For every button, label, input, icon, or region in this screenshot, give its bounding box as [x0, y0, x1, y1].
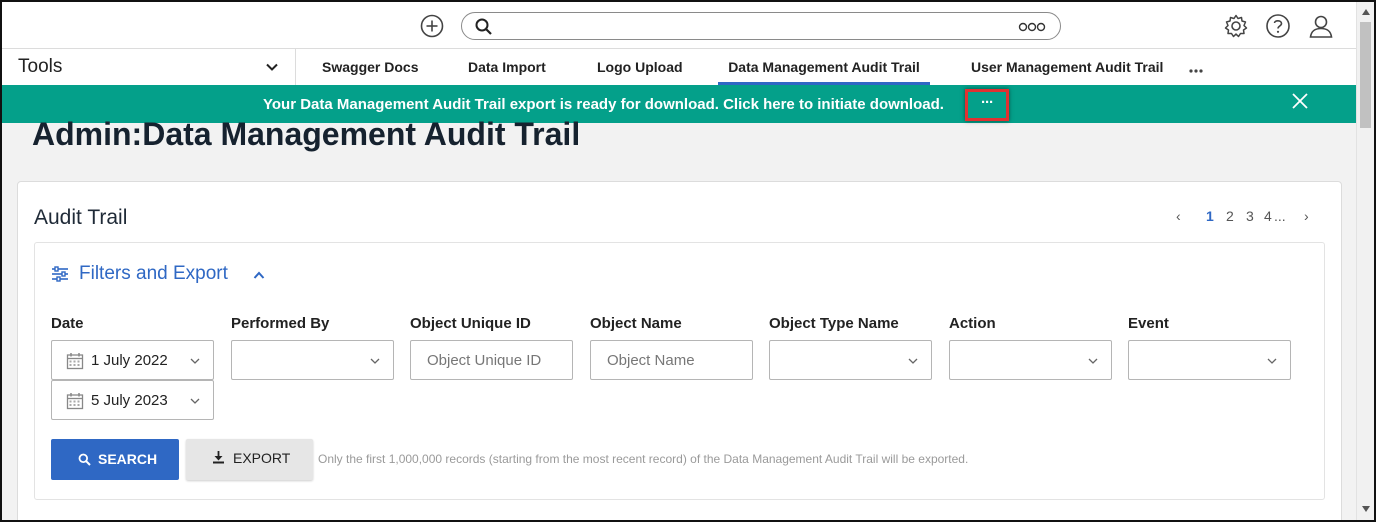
date-from-value: 1 July 2022: [91, 352, 168, 369]
download-icon: [213, 451, 224, 464]
card-title: Audit Trail: [34, 206, 128, 229]
audit-trail-card: Audit Trail ‹ 1 2 3 4 ... › Filters and …: [17, 181, 1342, 522]
tab-data-import[interactable]: Data Import: [468, 49, 546, 85]
filters-heading: Filters and Export: [79, 263, 228, 284]
performed-by-label: Performed By: [231, 315, 330, 332]
pagination-next[interactable]: ›: [1304, 208, 1309, 224]
export-button-label: EXPORT: [233, 450, 291, 466]
close-icon[interactable]: [1291, 92, 1309, 110]
gear-icon[interactable]: [1223, 13, 1249, 39]
chevron-up-icon: [253, 271, 265, 279]
scroll-down-arrow-icon[interactable]: [1361, 505, 1371, 513]
object-name-field[interactable]: [590, 340, 753, 380]
tab-logo-upload[interactable]: Logo Upload: [597, 49, 683, 85]
filters-panel: Filters and Export Date Performed By Obj…: [34, 242, 1325, 500]
pagination-ellipsis: ...: [1274, 208, 1286, 224]
plus-circle-icon[interactable]: [420, 14, 444, 38]
object-name-label: Object Name: [590, 315, 682, 332]
search-button[interactable]: SEARCH: [51, 439, 179, 480]
date-from-picker[interactable]: 1 July 2022: [51, 340, 214, 380]
chevron-down-icon: [1267, 358, 1277, 364]
object-type-name-label: Object Type Name: [769, 315, 899, 332]
user-icon[interactable]: [1308, 13, 1334, 39]
action-select[interactable]: [949, 340, 1112, 380]
scroll-thumb[interactable]: [1360, 22, 1371, 128]
object-unique-id-label: Object Unique ID: [410, 315, 531, 332]
object-type-name-select[interactable]: [769, 340, 932, 380]
help-icon[interactable]: [1265, 13, 1291, 39]
pagination-prev[interactable]: ‹: [1176, 208, 1181, 224]
calendar-icon: [66, 353, 84, 370]
pagination-page-2[interactable]: 2: [1226, 208, 1234, 224]
search-icon: [475, 18, 492, 35]
page-title: Admin:Data Management Audit Trail: [32, 116, 581, 152]
export-button[interactable]: EXPORT: [186, 439, 313, 480]
performed-by-select[interactable]: [231, 340, 394, 380]
global-search[interactable]: [461, 12, 1061, 40]
pagination-page-1[interactable]: 1: [1206, 208, 1214, 224]
more-horizontal-icon[interactable]: [1189, 68, 1203, 74]
pagination-page-3[interactable]: 3: [1246, 208, 1254, 224]
banner-more-button[interactable]: ···: [965, 89, 1009, 121]
calendar-icon: [66, 393, 84, 410]
scrollbar[interactable]: [1356, 2, 1374, 520]
tab-bar: Tools Swagger Docs Data Import Logo Uplo…: [2, 49, 1356, 85]
date-to-picker[interactable]: 5 July 2023: [51, 380, 214, 420]
chevron-down-icon: [370, 358, 380, 364]
object-unique-id-field[interactable]: [410, 340, 573, 380]
banner-more-label: ···: [981, 94, 994, 111]
banner-message[interactable]: Your Data Management Audit Trail export …: [263, 96, 944, 113]
tab-data-management-audit-trail[interactable]: Data Management Audit Trail: [718, 49, 930, 85]
event-label: Event: [1128, 315, 1169, 332]
scroll-up-arrow-icon[interactable]: [1361, 8, 1371, 16]
date-to-value: 5 July 2023: [91, 392, 168, 409]
event-select[interactable]: [1128, 340, 1291, 380]
tools-dropdown[interactable]: Tools: [2, 49, 296, 85]
action-label: Action: [949, 315, 996, 332]
pagination-page-4[interactable]: 4: [1264, 208, 1272, 224]
tools-label: Tools: [18, 56, 63, 77]
tab-swagger-docs[interactable]: Swagger Docs: [322, 49, 418, 85]
more-dots-icon[interactable]: [1018, 21, 1046, 33]
chevron-down-icon: [1088, 358, 1098, 364]
sliders-icon: [52, 266, 68, 282]
chevron-down-icon: [908, 358, 918, 364]
object-name-input[interactable]: [592, 342, 751, 378]
search-icon: [78, 453, 91, 466]
chevron-down-icon: [190, 358, 200, 364]
tab-user-management-audit-trail[interactable]: User Management Audit Trail: [971, 49, 1163, 85]
export-note: Only the first 1,000,000 records (starti…: [318, 452, 969, 466]
chevron-down-icon: [190, 398, 200, 404]
search-button-label: SEARCH: [98, 451, 158, 467]
chevron-down-icon: [266, 63, 278, 71]
date-label: Date: [51, 315, 84, 332]
object-unique-id-input[interactable]: [412, 342, 571, 378]
search-input[interactable]: [502, 16, 1002, 36]
top-bar: [2, 2, 1356, 49]
